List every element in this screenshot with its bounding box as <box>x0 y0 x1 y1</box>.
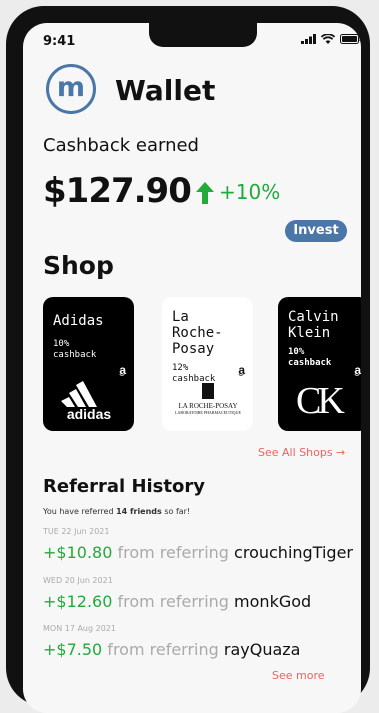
amazon-icon: a ⌣ <box>354 363 361 379</box>
status-icons <box>301 34 361 44</box>
phone-frame: 9:41 m Wallet Cashback earned $127.90 +1… <box>6 6 370 713</box>
shop-card-brand: La Roche-Posay <box>172 309 223 357</box>
status-time: 9:41 <box>43 34 76 49</box>
calvin-klein-logo-icon: CK <box>296 380 345 422</box>
see-all-shops-link[interactable]: See All Shops → <box>258 446 345 459</box>
referral-count: 14 friends <box>116 507 162 516</box>
shop-heading: Shop <box>43 251 114 280</box>
shop-card-cashback: cashback <box>288 358 332 368</box>
wifi-icon <box>321 34 335 44</box>
shop-card-cashback: cashback <box>53 350 97 360</box>
referral-date: MON 17 Aug 2021 <box>43 624 116 633</box>
battery-icon <box>340 34 361 44</box>
referral-amount: +$12.60 <box>43 592 113 611</box>
referral-date: TUE 22 Jun 2021 <box>43 527 110 536</box>
shop-card-la-roche-posay[interactable]: La Roche-Posay 12% cashback a ⌣ LA ROCHE-… <box>162 297 253 431</box>
referral-row: +$12.60 from referring monkGod <box>43 592 312 611</box>
amazon-icon: a ⌣ <box>119 363 126 379</box>
referral-date: WED 20 Jun 2021 <box>43 576 113 585</box>
shop-card-brand: Calvin Klein <box>288 309 339 341</box>
amazon-icon: a ⌣ <box>238 363 245 379</box>
see-more-link[interactable]: See more <box>272 669 325 682</box>
la-roche-posay-logo-icon: LA ROCHE-POSAY LABORATOIRE PHARMACEUTIQU… <box>168 383 248 415</box>
shop-card-brand: Adidas <box>53 313 104 329</box>
shop-card-percent: 10% <box>53 339 70 349</box>
shop-card-adidas[interactable]: Adidas 10% cashback a ⌣ adidas <box>43 297 134 431</box>
wallet-logo-icon: m <box>46 64 96 114</box>
referral-summary: You have referred 14 friends so far! <box>43 507 191 516</box>
page-title: Wallet <box>115 74 216 107</box>
adidas-logo-icon: adidas <box>61 381 112 421</box>
cashback-label: Cashback earned <box>43 135 199 156</box>
cashback-change-value: +10% <box>219 180 281 204</box>
shop-card-calvin-klein[interactable]: Calvin Klein 10% cashback a ⌣ CK <box>278 297 361 431</box>
arrow-up-icon <box>196 182 214 204</box>
referral-user: rayQuaza <box>223 640 301 659</box>
shop-card-percent: 10% <box>288 347 305 357</box>
notch <box>149 23 257 47</box>
shop-card-percent: 12% <box>172 363 189 373</box>
referral-heading: Referral History <box>43 476 205 497</box>
screen: 9:41 m Wallet Cashback earned $127.90 +1… <box>23 23 361 713</box>
referral-amount: +$7.50 <box>43 640 103 659</box>
logo-letter: m <box>56 72 86 103</box>
signal-icon <box>301 34 316 44</box>
referral-user: monkGod <box>234 592 312 611</box>
referral-row: +$10.80 from referring crouchingTiger <box>43 543 353 562</box>
invest-button[interactable]: Invest <box>285 220 347 242</box>
referral-amount: +$10.80 <box>43 543 113 562</box>
svg-text:adidas: adidas <box>67 406 112 421</box>
cashback-change: +10% <box>219 180 280 204</box>
cashback-amount: $127.90 <box>43 171 192 211</box>
referral-user: crouchingTiger <box>234 543 353 562</box>
referral-row: +$7.50 from referring rayQuaza <box>43 640 301 659</box>
